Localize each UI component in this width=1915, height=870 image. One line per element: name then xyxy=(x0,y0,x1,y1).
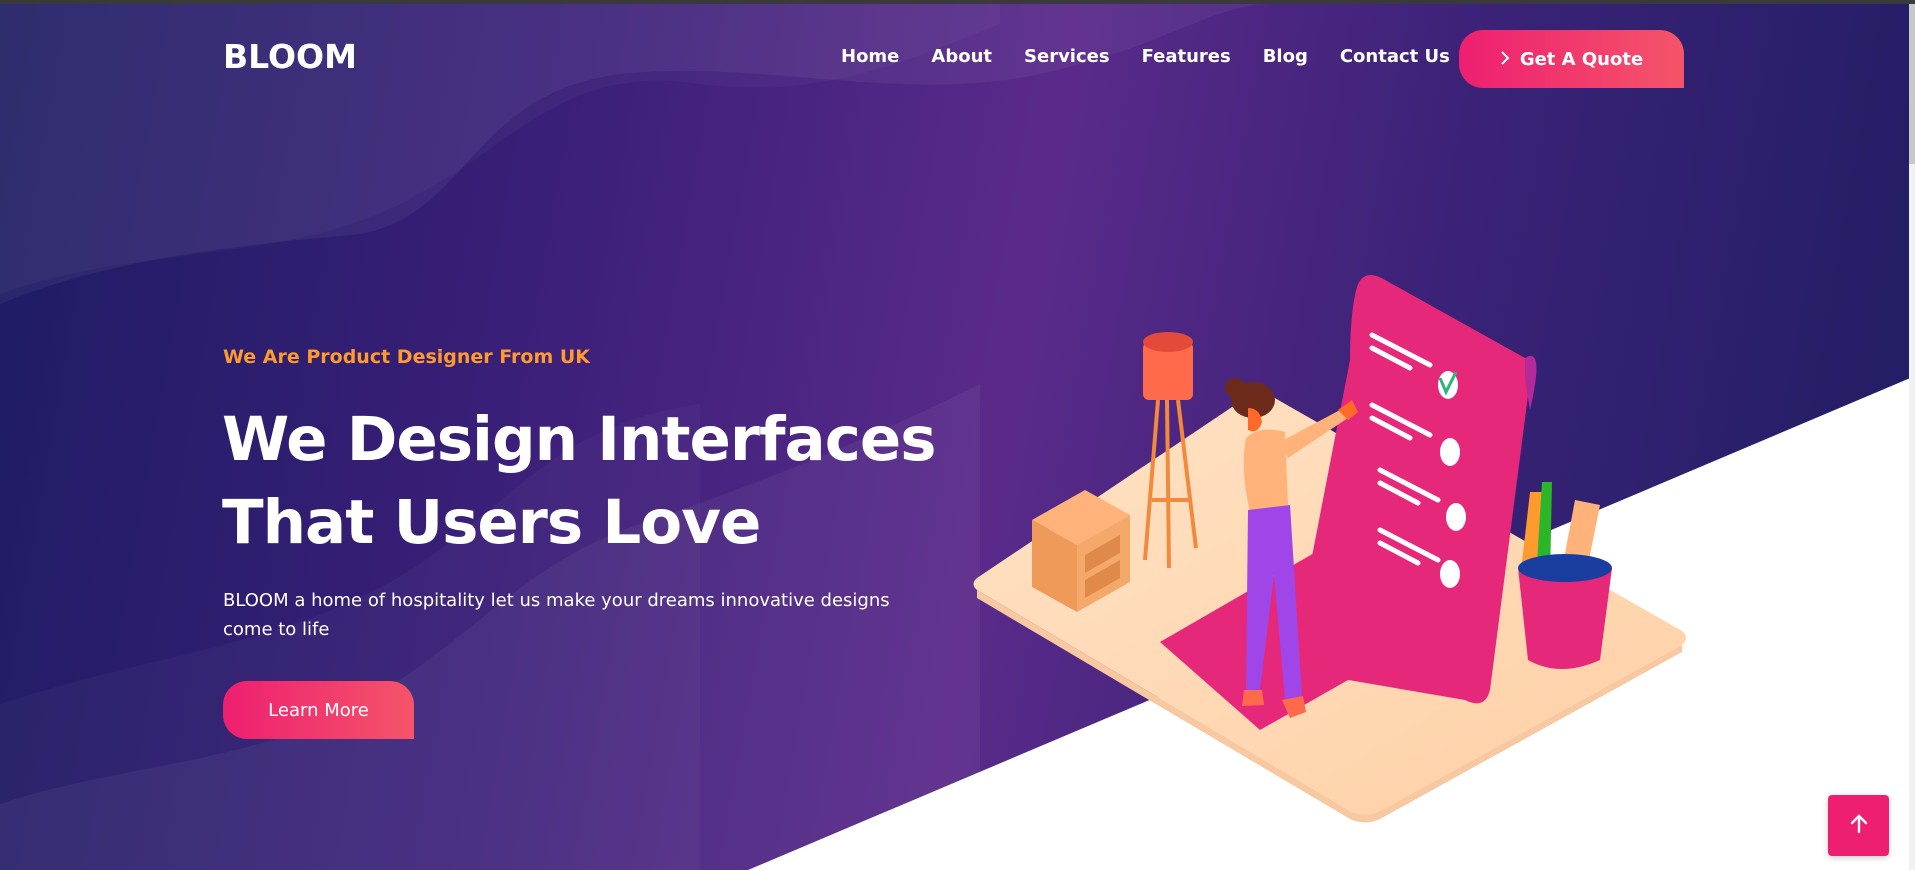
nav-item-services[interactable]: Services xyxy=(1024,46,1110,72)
main-nav: Home About Services Features Blog Contac… xyxy=(841,46,1482,72)
back-to-top-button[interactable] xyxy=(1828,795,1889,856)
hero-tagline: We Are Product Designer From UK xyxy=(223,346,591,368)
scrollbar-thumb[interactable] xyxy=(1909,4,1915,164)
browser-top-border xyxy=(0,0,1915,4)
chevron-right-icon xyxy=(1500,50,1510,69)
learn-more-label: Learn More xyxy=(268,699,369,721)
headline-line-2: That Users Love xyxy=(222,487,761,558)
nav-item-contact[interactable]: Contact Us xyxy=(1340,46,1450,72)
hero-headline: We Design Interfaces That Users Love xyxy=(222,398,942,564)
hero-description: BLOOM a home of hospitality let us make … xyxy=(223,590,890,640)
hero-illustration xyxy=(973,275,1686,823)
nav-item-about[interactable]: About xyxy=(931,46,992,72)
learn-more-button[interactable]: Learn More xyxy=(223,681,414,739)
get-quote-button[interactable]: Get A Quote xyxy=(1459,30,1684,88)
nav-item-features[interactable]: Features xyxy=(1142,46,1231,72)
headline-line-1: We Design Interfaces xyxy=(222,404,937,475)
nav-item-blog[interactable]: Blog xyxy=(1263,46,1308,72)
site-logo[interactable]: BLOOM xyxy=(223,37,357,76)
page-scrollbar[interactable] xyxy=(1909,4,1915,870)
nav-item-home[interactable]: Home xyxy=(841,46,899,72)
arrow-up-icon xyxy=(1848,813,1870,839)
get-quote-label: Get A Quote xyxy=(1519,48,1644,70)
